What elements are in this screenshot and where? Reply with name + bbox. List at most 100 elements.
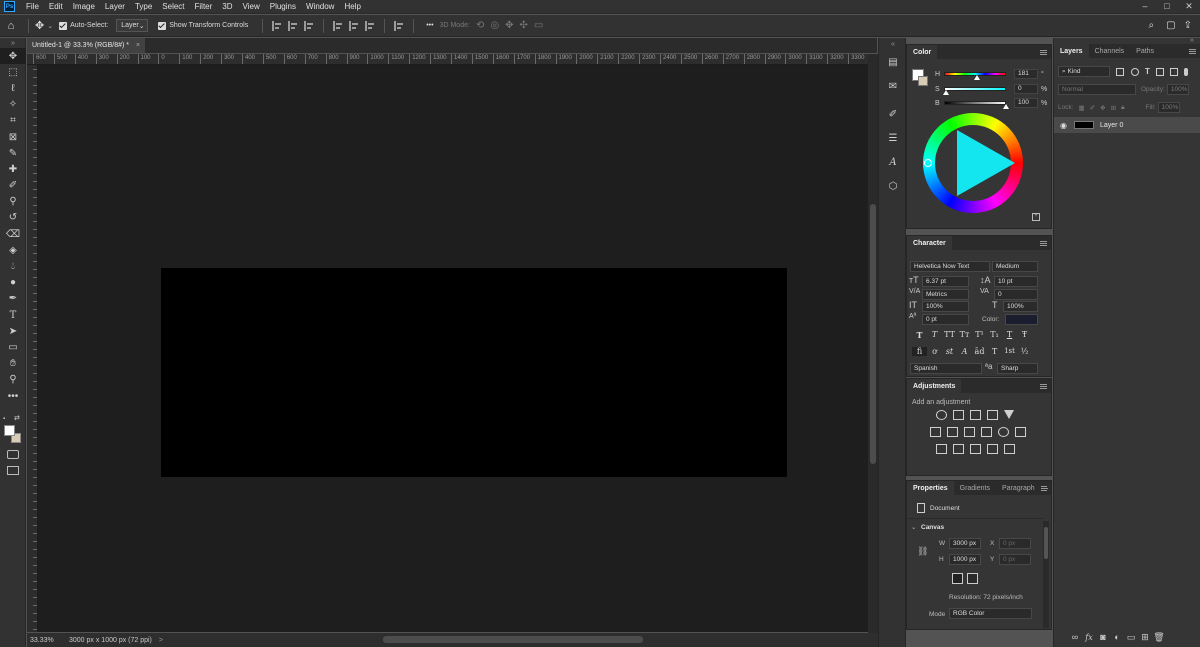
- glyphs-icon[interactable]: A: [879, 150, 907, 174]
- superscript-button[interactable]: T¹: [972, 330, 987, 340]
- rectangle-tool-icon[interactable]: ▭: [0, 339, 26, 355]
- menu-plugins[interactable]: Plugins: [265, 2, 301, 11]
- antialias-select[interactable]: Sharp: [997, 363, 1038, 374]
- kerning-field[interactable]: Metrics: [922, 289, 969, 300]
- curves-icon[interactable]: [970, 410, 981, 420]
- language-select[interactable]: Spanish: [910, 363, 982, 374]
- adjustment-icon[interactable]: ◐: [1110, 630, 1124, 644]
- stylistic-alternates-button[interactable]: ād: [972, 347, 987, 356]
- tab-layers[interactable]: Layers: [1054, 44, 1089, 58]
- share-icon[interactable]: ⇪: [1184, 20, 1192, 31]
- align-right-icon[interactable]: [304, 20, 314, 31]
- align-top-icon[interactable]: [333, 20, 343, 31]
- ligatures-button[interactable]: fi: [912, 347, 927, 356]
- lock-pixels-icon[interactable]: ▦: [1079, 104, 1085, 112]
- 3d-cube-icon[interactable]: ⬡: [879, 174, 907, 198]
- font-size-field[interactable]: 6.37 pt: [922, 276, 969, 287]
- edit-toolbar-icon[interactable]: •••: [0, 388, 26, 404]
- auto-select-dropdown[interactable]: Layer ⌄: [116, 19, 149, 32]
- frame-tool-icon[interactable]: ⊠: [0, 129, 26, 145]
- text-color-swatch[interactable]: [1005, 314, 1038, 325]
- photo-filter-icon[interactable]: [981, 427, 992, 437]
- slider-handle[interactable]: [943, 90, 949, 95]
- canvas-y-field[interactable]: 0 px: [999, 554, 1031, 565]
- panel-menu-icon[interactable]: [1040, 240, 1047, 246]
- menu-filter[interactable]: Filter: [190, 2, 218, 11]
- brush-settings-icon[interactable]: ✐: [879, 102, 907, 126]
- color-lookup-icon[interactable]: [1015, 427, 1026, 437]
- hand-tool-icon[interactable]: ✋︎: [0, 356, 26, 372]
- screen-mode-icon[interactable]: [7, 466, 19, 475]
- paint-bucket-tool-icon[interactable]: ◈: [0, 242, 26, 258]
- group-icon[interactable]: ▭: [1124, 630, 1138, 644]
- color-mode-select[interactable]: RGB Color: [949, 608, 1032, 619]
- layer-filter-select[interactable]: ⌕ Kind: [1058, 66, 1110, 77]
- slider-handle[interactable]: [1003, 104, 1009, 109]
- document-canvas[interactable]: [161, 268, 787, 477]
- align-bottom-icon[interactable]: [365, 20, 375, 31]
- pan-3d-icon[interactable]: ✥: [505, 20, 513, 31]
- scale-3d-icon[interactable]: ▭: [534, 20, 543, 31]
- pen-tool-icon[interactable]: ✒: [0, 291, 26, 307]
- visibility-eye-icon[interactable]: ◉: [1060, 121, 1067, 130]
- history-icon[interactable]: ▤: [879, 50, 907, 74]
- subscript-button[interactable]: T₁: [987, 330, 1002, 340]
- menu-3d[interactable]: 3D: [217, 2, 237, 11]
- brightness-contrast-icon[interactable]: [936, 410, 947, 420]
- lock-artboard-icon[interactable]: ⊞: [1111, 104, 1116, 112]
- landscape-orientation-icon[interactable]: [967, 573, 978, 584]
- layer-row[interactable]: ◉ Layer 0: [1054, 117, 1200, 133]
- swap-colors-icon[interactable]: ⇄: [14, 414, 20, 422]
- layer-name[interactable]: Layer 0: [1100, 122, 1123, 129]
- hue-value[interactable]: 181: [1014, 69, 1038, 79]
- type-tool-icon[interactable]: T: [0, 307, 26, 323]
- panel-menu-icon[interactable]: [1040, 49, 1047, 55]
- threshold-icon[interactable]: [970, 444, 981, 454]
- color-wheel[interactable]: [923, 113, 1023, 213]
- close-window-button[interactable]: ✕: [1178, 1, 1200, 12]
- font-style-select[interactable]: Medium: [992, 261, 1038, 272]
- old-style-button[interactable]: ơ: [927, 347, 942, 356]
- pixel-filter-icon[interactable]: [1116, 67, 1124, 76]
- discretionary-ligatures-button[interactable]: st: [942, 347, 957, 356]
- all-caps-button[interactable]: TT: [942, 330, 957, 340]
- comments-icon[interactable]: ✉: [879, 74, 907, 98]
- menu-edit[interactable]: Edit: [44, 2, 68, 11]
- healing-brush-tool-icon[interactable]: ✚: [0, 161, 26, 177]
- quick-mask-icon[interactable]: [7, 450, 19, 459]
- align-center-icon[interactable]: [288, 20, 298, 31]
- tab-paths[interactable]: Paths: [1130, 44, 1160, 58]
- document-tab[interactable]: Untitled-1 @ 33.3% (RGB/8#) * ×: [27, 38, 145, 53]
- adjustment-filter-icon[interactable]: [1131, 67, 1139, 76]
- background-color-swatch[interactable]: [918, 76, 928, 86]
- search-icon[interactable]: ⌕: [1149, 20, 1155, 31]
- link-icon[interactable]: ∞: [1068, 630, 1082, 644]
- expand-icon[interactable]: +: [1032, 213, 1040, 221]
- collapse-dock-icon[interactable]: »: [1190, 37, 1194, 44]
- link-dimensions-icon[interactable]: ⛓: [917, 546, 928, 557]
- orbit-3d-icon[interactable]: ⟲: [476, 20, 484, 31]
- lasso-tool-icon[interactable]: ℓ: [0, 80, 26, 96]
- new-layer-icon[interactable]: ⊞: [1138, 630, 1152, 644]
- fill-field[interactable]: 100%: [1157, 102, 1180, 113]
- status-menu-arrow[interactable]: >: [159, 637, 163, 644]
- blur-tool-icon[interactable]: 💧︎: [0, 258, 26, 274]
- panel-menu-icon[interactable]: [1189, 48, 1196, 54]
- auto-select-checkbox[interactable]: [59, 21, 68, 30]
- dodge-tool-icon[interactable]: ●: [0, 275, 26, 291]
- properties-scrollbar[interactable]: [1043, 521, 1049, 628]
- home-icon[interactable]: ⌂: [0, 20, 22, 32]
- menu-help[interactable]: Help: [339, 2, 365, 11]
- faux-bold-button[interactable]: T: [912, 330, 927, 340]
- zoom-tool-icon[interactable]: ⚲: [0, 372, 26, 388]
- leading-field[interactable]: 10 pt: [994, 276, 1038, 287]
- channel-mixer-icon[interactable]: [998, 427, 1009, 437]
- tab-color[interactable]: Color: [907, 45, 938, 59]
- selective-color-icon[interactable]: [1004, 444, 1015, 454]
- menu-select[interactable]: Select: [157, 2, 189, 11]
- blend-mode-select[interactable]: Normal: [1058, 84, 1136, 95]
- posterize-icon[interactable]: [953, 444, 964, 454]
- magic-wand-tool-icon[interactable]: ✧: [0, 97, 26, 113]
- menu-type[interactable]: Type: [130, 2, 157, 11]
- eyedropper-tool-icon[interactable]: ✎: [0, 145, 26, 161]
